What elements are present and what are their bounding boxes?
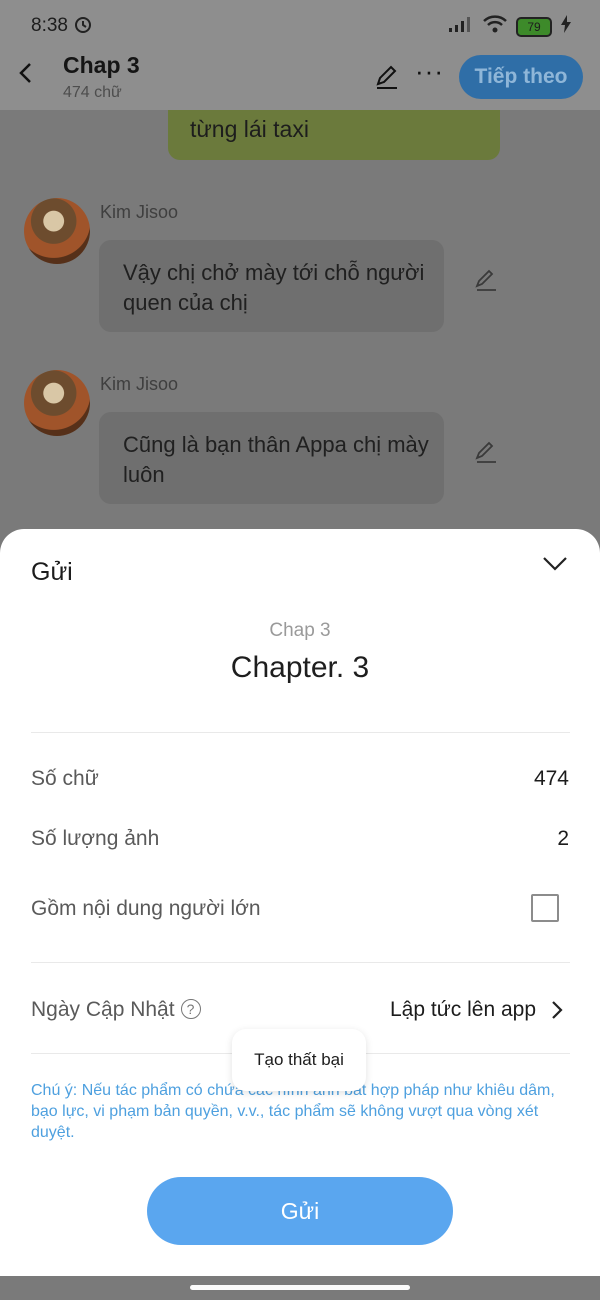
status-time: 8:38 <box>31 15 68 36</box>
message-text: Cũng là bạn thân Appa chị mày luôn <box>123 432 429 487</box>
status-bar: 8:38 79 <box>0 0 600 52</box>
send-bottom-sheet: Gửi Chap 3 Chapter. 3 Số chữ 474 Số lượn… <box>0 529 600 1276</box>
chapter-label: Chap 3 <box>269 620 331 641</box>
page-title: Chap 3 <box>63 52 140 78</box>
status-icons: 79 <box>448 14 572 39</box>
message-bubble: Cũng là bạn thân Appa chị mày luôn <box>99 412 444 504</box>
message-text: từng lái taxi <box>190 116 309 142</box>
avatar[interactable] <box>24 370 90 436</box>
top-bar: Chap 3 474 chữ ··· Tiếp theo <box>0 52 600 110</box>
image-count-value: 2 <box>557 827 569 850</box>
update-date-value[interactable]: Lập tức lên app <box>390 998 536 1022</box>
next-button[interactable]: Tiếp theo <box>459 55 583 99</box>
image-count-label: Số lượng ảnh <box>31 827 160 850</box>
back-icon[interactable] <box>15 62 37 84</box>
message-bubble: Vậy chị chở mày tới chỗ người quen của c… <box>99 240 444 332</box>
word-count-label: Số chữ <box>31 767 99 790</box>
signal-icon <box>448 15 474 38</box>
sender-name: Kim Jisoo <box>100 202 179 222</box>
chat-area: từng lái taxi Kim Jisoo Vậy chị chở mày … <box>0 110 600 530</box>
chevron-right-icon[interactable] <box>550 999 564 1026</box>
adult-content-label: Gồm nội dung người lớn <box>31 897 261 920</box>
home-indicator[interactable] <box>190 1285 410 1290</box>
sender-name: Kim Jisoo <box>100 374 179 394</box>
message-bubble-own: từng lái taxi <box>168 110 500 160</box>
charging-icon <box>560 15 572 38</box>
update-date-label: Ngày Cập Nhật? <box>31 998 201 1022</box>
word-count-value: 474 <box>533 767 569 790</box>
toast-message: Tạo thất bại <box>232 1029 366 1091</box>
chapter-title: Chapter. 3 <box>230 651 370 684</box>
update-date-text: Ngày Cập Nhật <box>31 998 175 1021</box>
battery-icon: 79 <box>516 16 552 37</box>
adult-content-checkbox[interactable] <box>531 894 559 922</box>
more-icon[interactable]: ··· <box>415 56 444 87</box>
alarm-icon <box>72 13 94 40</box>
sheet-title: Gửi <box>31 558 73 586</box>
message-text: Vậy chị chở mày tới chỗ người quen của c… <box>123 260 425 315</box>
edit-message-icon[interactable] <box>474 268 498 297</box>
chevron-down-icon[interactable] <box>542 555 568 578</box>
send-button[interactable]: Gửi <box>147 1177 453 1245</box>
avatar[interactable] <box>24 198 90 264</box>
edit-message-icon[interactable] <box>474 440 498 469</box>
wifi-icon <box>482 14 508 39</box>
help-icon[interactable]: ? <box>180 999 201 1019</box>
edit-icon[interactable] <box>374 64 400 95</box>
divider <box>31 732 570 733</box>
page-subtitle: 474 chữ <box>63 84 122 101</box>
divider <box>31 962 570 963</box>
